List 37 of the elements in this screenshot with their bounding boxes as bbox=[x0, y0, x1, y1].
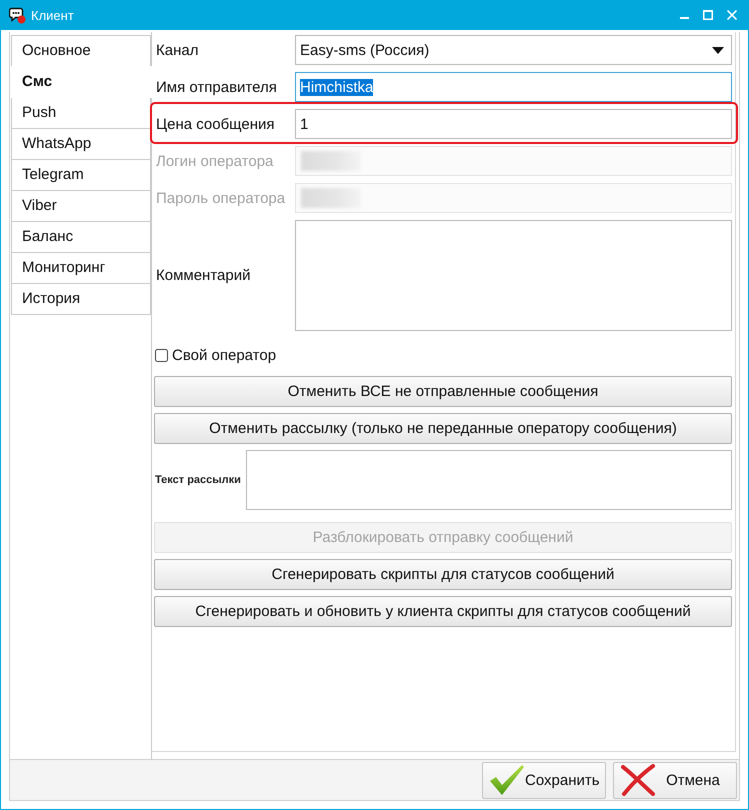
tab[interactable]: Мониторинг bbox=[11, 252, 151, 284]
minimize-icon bbox=[680, 17, 688, 19]
cross-icon bbox=[620, 764, 656, 796]
tab[interactable]: Viber bbox=[11, 190, 151, 222]
caret-icon bbox=[712, 46, 724, 54]
tab[interactable]: Push bbox=[11, 97, 151, 129]
window-title: Клиент bbox=[31, 8, 75, 22]
checkbox[interactable] bbox=[155, 348, 168, 362]
tab[interactable]: WhatsApp bbox=[11, 128, 151, 160]
text-area[interactable] bbox=[246, 450, 732, 510]
tab[interactable]: Telegram bbox=[11, 159, 151, 191]
tab[interactable]: Основное bbox=[11, 35, 151, 67]
field-label: Логин оператора bbox=[155, 152, 274, 170]
field-label: Комментарий bbox=[155, 267, 252, 284]
cancel-button[interactable]: Отмена bbox=[613, 762, 737, 798]
tab[interactable]: История bbox=[11, 283, 151, 315]
input-field[interactable]: Himchistka bbox=[295, 72, 732, 102]
save-button[interactable]: Сохранить bbox=[482, 762, 606, 798]
tab[interactable]: Баланс bbox=[11, 221, 151, 253]
action-button[interactable]: Отменить ВСЕ не отправленные сообщения bbox=[154, 376, 732, 407]
field-label: Текст рассылки bbox=[154, 474, 242, 486]
field-label: Цена сообщения bbox=[155, 116, 276, 132]
checkbox-label[interactable]: Свой оператор bbox=[172, 346, 276, 364]
action-button[interactable]: Отменить рассылку (только не переданные оператору сообщения) bbox=[154, 413, 732, 444]
maximize-icon bbox=[703, 10, 713, 20]
field-label: Пароль оператора bbox=[155, 190, 286, 206]
field-label: Имя отправителя bbox=[155, 78, 278, 96]
input-field[interactable]: 1 bbox=[295, 109, 732, 139]
checkmark-icon bbox=[489, 764, 525, 796]
chat-bubble-icon bbox=[9, 6, 26, 24]
action-button[interactable]: Сгенерировать и обновить у клиента скрипты для статусов сообщений bbox=[154, 596, 732, 627]
dropdown[interactable]: Easy-sms (Россия) bbox=[295, 35, 732, 65]
action-button[interactable]: Сгенерировать скрипты для статусов сообщений bbox=[154, 559, 732, 590]
text-area[interactable] bbox=[295, 220, 732, 331]
field-label: Канал bbox=[155, 42, 200, 58]
tab[interactable]: Смс bbox=[11, 66, 152, 98]
close-icon bbox=[727, 10, 737, 20]
